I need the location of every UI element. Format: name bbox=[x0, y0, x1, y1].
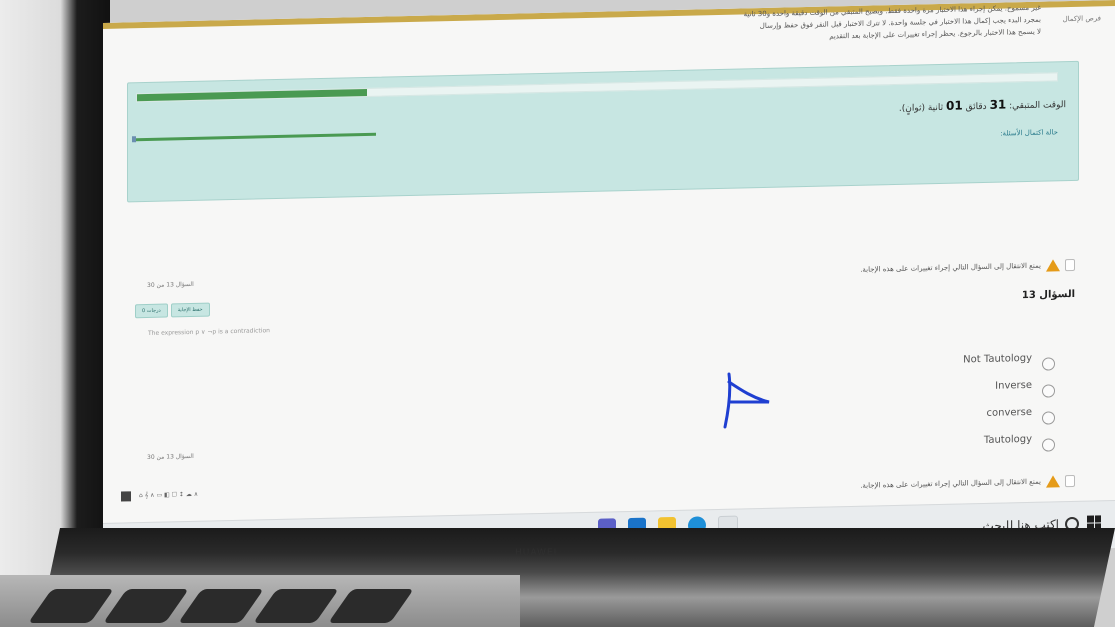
info-label: فرص الإكمال bbox=[1062, 14, 1101, 24]
tray-app-icon[interactable] bbox=[121, 491, 131, 502]
question-title: السؤال 13 bbox=[1021, 288, 1075, 302]
flag-icon[interactable] bbox=[1065, 258, 1075, 272]
question-prompt: The expression p ∨ ¬p is a contradiction bbox=[148, 327, 270, 337]
timer-seconds-label: ثانية (ثوانٍ). bbox=[898, 102, 944, 114]
question-completion-status[interactable]: حالة اكتمال الأسئلة: bbox=[1000, 128, 1058, 137]
time-progress-bar bbox=[136, 72, 1058, 103]
info-label bbox=[1055, 24, 1101, 37]
warning-text: يمنع الانتقال إلى السؤال التالي إجراء تغ… bbox=[860, 477, 1041, 490]
save-answer-button[interactable]: حفظ الإجابة bbox=[170, 302, 210, 318]
warning-icon bbox=[1046, 259, 1060, 272]
tray-icons[interactable]: ⌂ 𝄞 ∧ ▭ ◧ ☐ ↕ ☁ ∧ bbox=[139, 491, 198, 500]
option-label: Inverse bbox=[995, 379, 1032, 392]
no-back-warning-bottom: يمنع الانتقال إلى السؤال التالي إجراء تغ… bbox=[860, 474, 1075, 492]
warning-icon bbox=[1046, 475, 1060, 488]
timer-prefix: الوقت المتبقي: bbox=[1009, 100, 1066, 112]
laptop-brand: HUAWEI bbox=[515, 548, 558, 558]
time-progress-fill bbox=[137, 88, 367, 102]
option-label: Tautology bbox=[983, 433, 1032, 446]
option-label: Not Tautology bbox=[963, 352, 1032, 366]
screen: غير مسموح. يمكن إجراء هذا الاختبار مرة و… bbox=[103, 0, 1115, 571]
info-label bbox=[1055, 0, 1101, 13]
answer-option[interactable]: Tautology bbox=[835, 425, 1055, 457]
test-information: غير مسموح. يمكن إجراء هذا الاختبار مرة و… bbox=[581, 0, 1101, 48]
remaining-time: الوقت المتبقي: 31 دقائق 01 ثانية (ثوانٍ)… bbox=[898, 96, 1066, 114]
flag-icon[interactable] bbox=[1065, 474, 1075, 488]
option-radio[interactable] bbox=[1042, 411, 1055, 425]
question-status-bar[interactable] bbox=[136, 132, 376, 142]
timer-minutes-label: دقائق bbox=[965, 101, 987, 113]
no-back-warning: يمنع الانتقال إلى السؤال التالي إجراء تغ… bbox=[860, 258, 1075, 276]
option-radio[interactable] bbox=[1042, 438, 1055, 452]
question-actions: 0 درجات حفظ الإجابة bbox=[135, 302, 210, 319]
laptop-keyboard bbox=[0, 575, 520, 627]
option-radio[interactable] bbox=[1042, 384, 1055, 398]
timer-seconds: 01 bbox=[946, 98, 963, 113]
question-counter: السؤال 13 من 30 bbox=[147, 280, 194, 289]
timer-minutes: 31 bbox=[989, 97, 1007, 112]
system-tray[interactable]: ⌂ 𝄞 ∧ ▭ ◧ ☐ ↕ ☁ ∧ bbox=[121, 490, 198, 502]
timer-panel: الوقت المتبقي: 31 دقائق 01 ثانية (ثوانٍ)… bbox=[127, 60, 1079, 203]
points-badge: 0 درجات bbox=[135, 303, 168, 319]
handwritten-ink-mark bbox=[723, 372, 770, 429]
warning-text: يمنع الانتقال إلى السؤال التالي إجراء تغ… bbox=[860, 261, 1041, 274]
question-counter-bottom: السؤال 13 من 30 bbox=[147, 452, 194, 461]
option-radio[interactable] bbox=[1042, 357, 1055, 371]
answer-options: Not Tautology Inverse converse Tautology bbox=[835, 344, 1055, 457]
option-label: converse bbox=[986, 406, 1033, 419]
